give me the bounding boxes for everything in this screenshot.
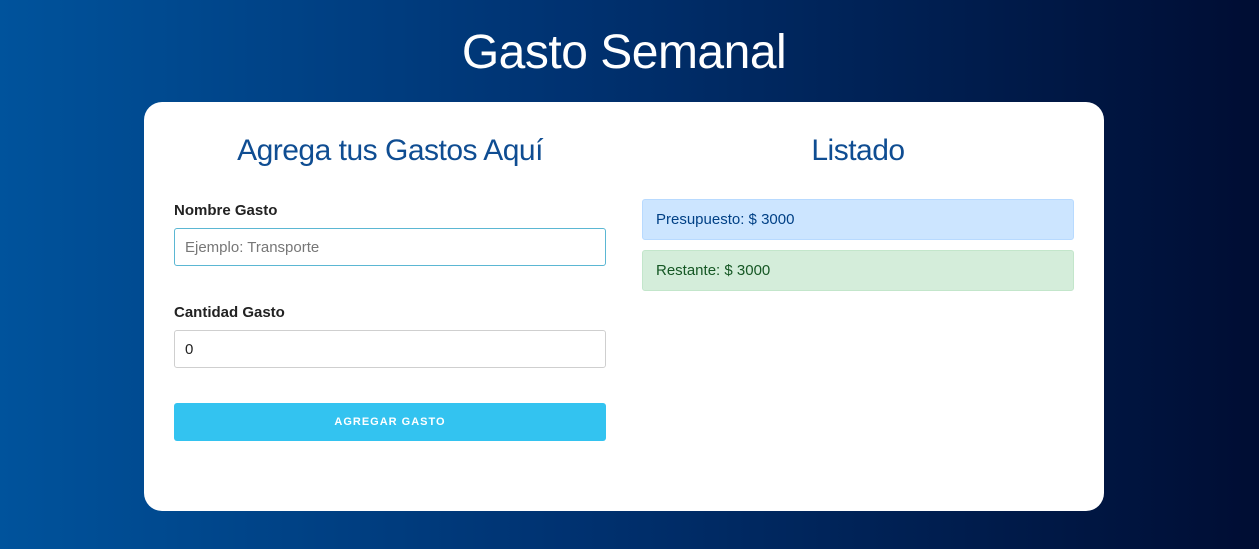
add-expense-button[interactable]: Agregar Gasto <box>174 403 606 441</box>
expense-quantity-label: Cantidad Gasto <box>174 304 285 321</box>
form-title: Agrega tus Gastos Aquí <box>237 134 543 167</box>
listing-title: Listado <box>811 134 905 167</box>
main-card: Agrega tus Gastos Aquí Nombre Gasto Cant… <box>144 102 1104 511</box>
expense-name-label: Nombre Gasto <box>174 202 278 219</box>
expense-quantity-input[interactable] <box>174 330 606 368</box>
budget-alert: Presupuesto: $ 3000 <box>642 199 1074 240</box>
page-title: Gasto Semanal <box>461 26 787 79</box>
expense-name-input[interactable] <box>174 228 606 266</box>
remaining-alert: Restante: $ 3000 <box>642 250 1074 291</box>
